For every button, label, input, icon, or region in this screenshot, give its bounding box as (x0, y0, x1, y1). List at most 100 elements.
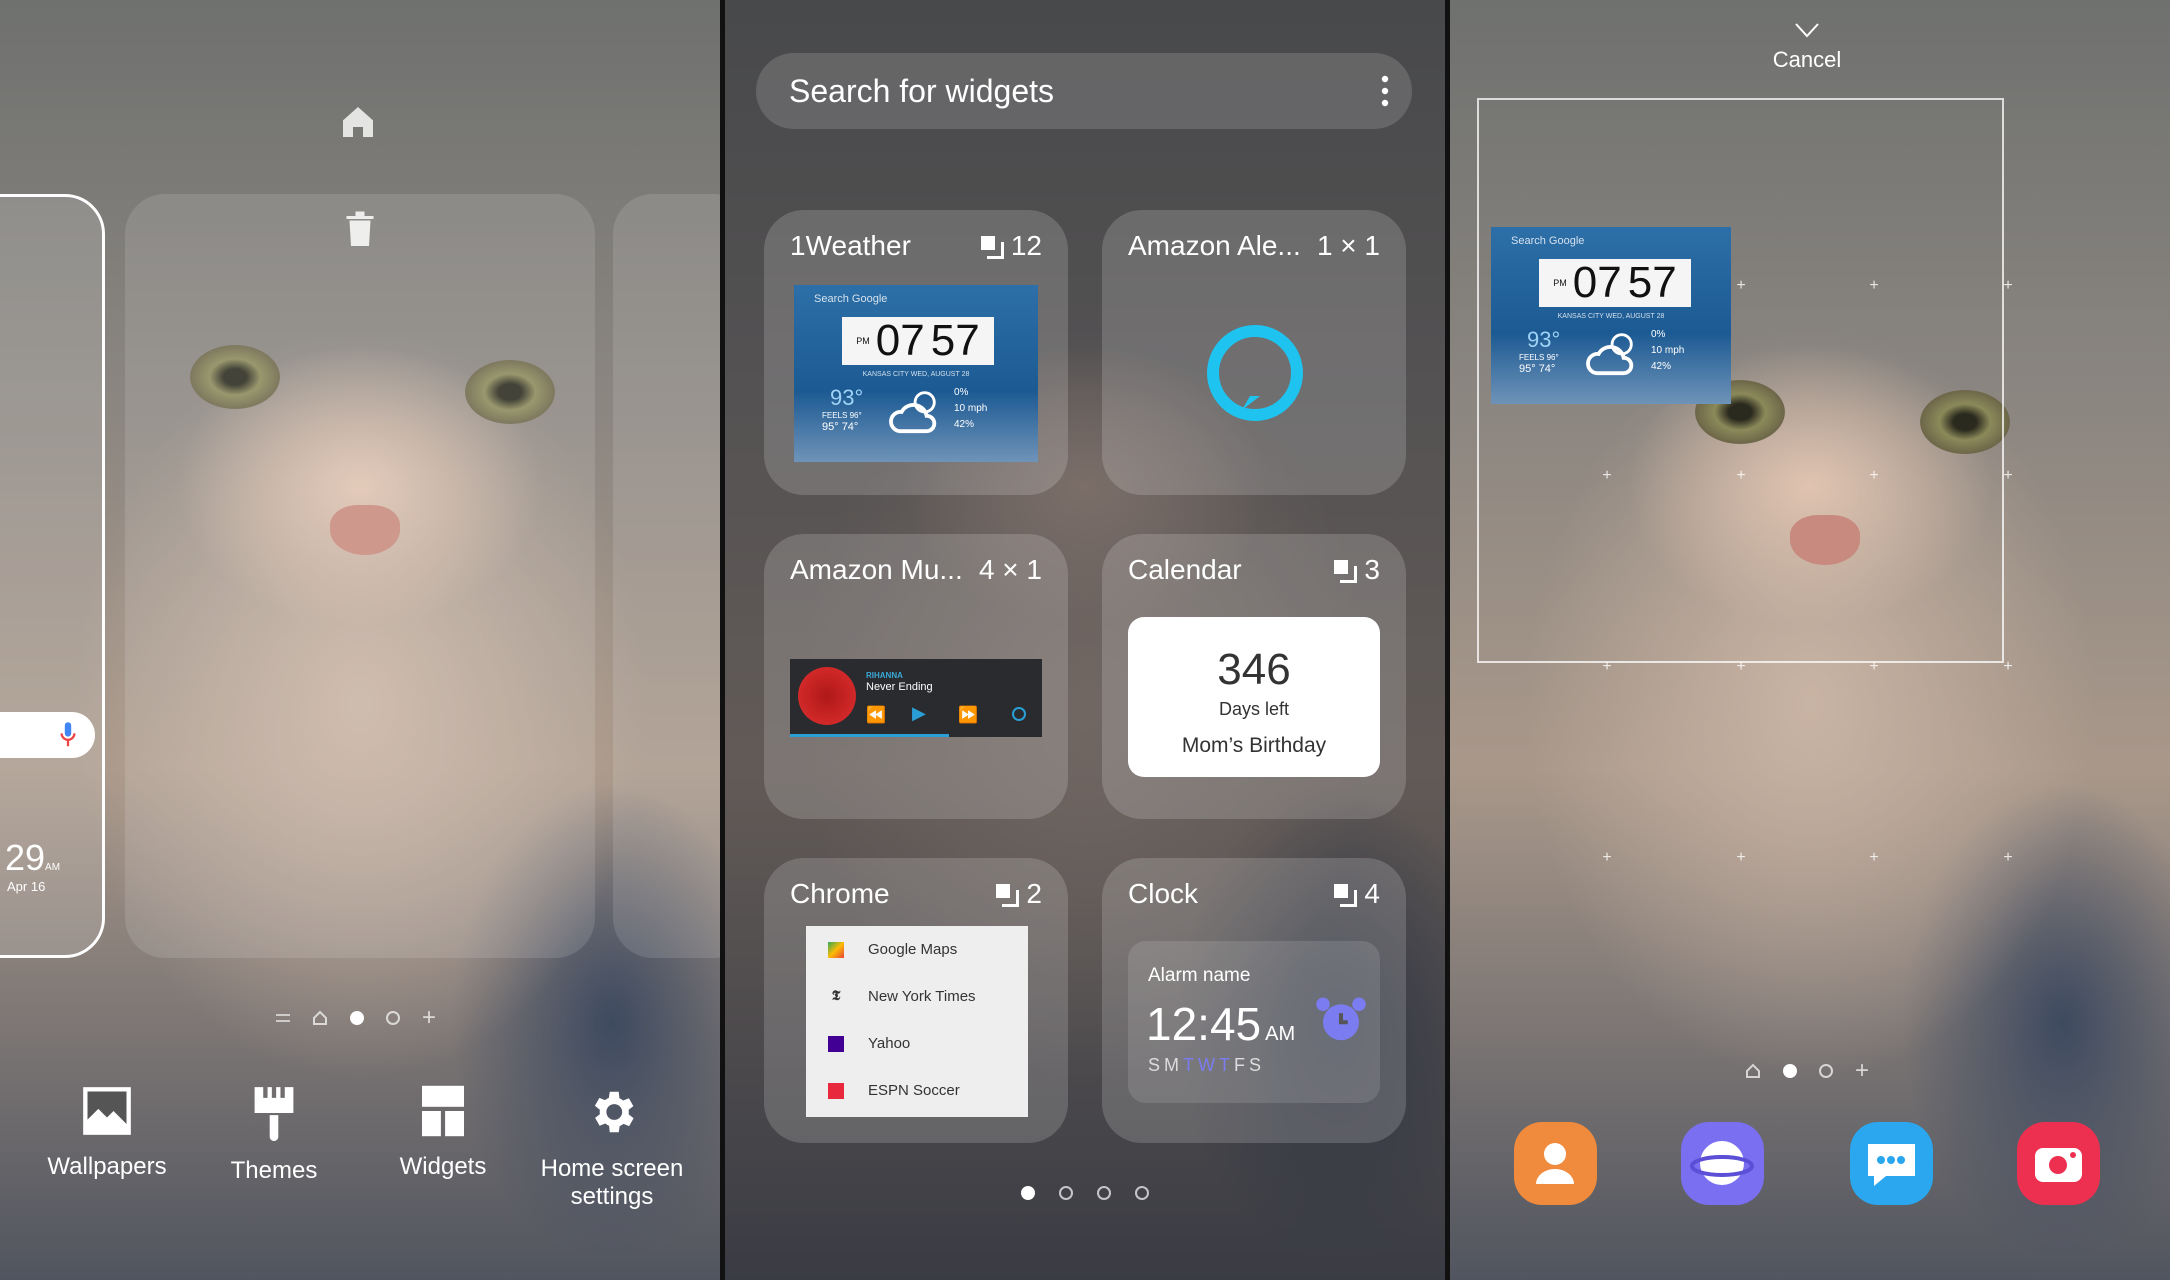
dock-contacts[interactable] (1514, 1122, 1597, 1205)
more-options-icon[interactable] (1380, 75, 1390, 107)
cancel-button[interactable]: Cancel (1760, 22, 1854, 73)
messages-icon (1868, 1144, 1915, 1186)
widget-count: 3 (1334, 554, 1380, 586)
page-dot-active[interactable] (350, 1011, 364, 1025)
alarm-ampm: AM (1265, 1023, 1296, 1045)
page-dot-active[interactable] (1783, 1064, 1797, 1078)
clock-time: 29 (5, 837, 46, 878)
location-date: KANSAS CITY WED, AUGUST 28 (1557, 313, 1665, 320)
alarm-time: 12:45 (1146, 998, 1262, 1050)
grid-plus-icon: + (1869, 467, 1879, 484)
dock-messages[interactable] (1850, 1122, 1933, 1205)
widget-count: 4 (1334, 878, 1380, 910)
alarm-day: T (1183, 1055, 1199, 1075)
grid-plus-icon: + (1736, 849, 1746, 866)
humidity: 42% (1651, 361, 1672, 372)
home-page-thumbnail-next[interactable] (613, 194, 720, 958)
google-maps-icon (828, 941, 844, 958)
widgets-panel: Search for widgets 1Weather 12 Search Go… (725, 0, 1445, 1280)
widget-card-chrome[interactable]: Chrome 2 Google Maps 𝕿 New York Times Yah… (764, 858, 1068, 1143)
alexa-small-icon (1012, 707, 1026, 721)
grid-plus-icon: + (1602, 849, 1612, 866)
grid-plus-icon: + (1736, 658, 1746, 675)
clock-minute: 57 (1627, 258, 1677, 307)
bookmark-item: Yahoo (806, 1020, 1028, 1067)
home-screen-settings-button[interactable]: Home screen settings (532, 1085, 692, 1211)
themes-label: Themes (230, 1157, 318, 1184)
gear-icon (594, 1091, 634, 1133)
widget-card-amazon-music[interactable]: Amazon Mu... 4 × 1 RIHANNA Never Ending … (764, 534, 1068, 819)
bookmark-label: ESPN Soccer (868, 1082, 960, 1099)
music-progress-bar (790, 734, 949, 737)
home-page-thumbnail-current[interactable] (125, 194, 595, 958)
bookmark-label: Yahoo (868, 1035, 911, 1052)
widget-name: Clock (1128, 878, 1199, 909)
page-dot[interactable] (1097, 1186, 1111, 1200)
yahoo-icon (828, 1035, 844, 1052)
widget-count: 12 (980, 230, 1042, 262)
widget-search-bar[interactable]: Search for widgets (756, 53, 1412, 129)
widget-card-1weather[interactable]: 1Weather 12 Search Google PM 07 57 KANSAS … (764, 210, 1068, 495)
feed-page-icon[interactable] (276, 1014, 290, 1022)
widget-name: Amazon Ale... (1128, 230, 1301, 261)
weather-widget-placed[interactable]: Search Google PM 07 57 KANSAS CITY WED, AU… (1491, 227, 1731, 404)
humidity: 42% (954, 419, 975, 430)
grid-plus-icon: + (2003, 467, 2013, 484)
home-icon[interactable] (338, 102, 378, 142)
partly-cloudy-icon (1586, 333, 1634, 376)
widget-count: 2 (996, 878, 1042, 910)
grid-plus-icon: + (1869, 849, 1879, 866)
alexa-icon (1207, 325, 1303, 421)
page-dot[interactable] (1059, 1186, 1073, 1200)
microphone-icon[interactable] (60, 722, 76, 748)
page-dot[interactable] (1135, 1186, 1149, 1200)
flip-clock: PM 07 57 (1539, 259, 1691, 307)
widget-card-amazon-alexa[interactable]: Amazon Ale... 1 × 1 (1102, 210, 1406, 495)
page-dot[interactable] (386, 1011, 400, 1025)
alarm-day: T (1219, 1055, 1235, 1075)
stack-icon (980, 236, 1004, 259)
flip-clock: PM 07 57 (842, 317, 994, 365)
widget-card-clock[interactable]: Clock 4 Alarm name 12:45 AM SMTWTFS (1102, 858, 1406, 1143)
widget-count-value: 3 (1364, 554, 1380, 585)
stack-icon (996, 884, 1020, 907)
themes-button[interactable]: Themes (194, 1085, 354, 1185)
clock-hour: 07 (875, 316, 925, 365)
add-page-icon[interactable]: + (422, 1006, 436, 1030)
alarm-day: S (1148, 1055, 1165, 1075)
cancel-label: Cancel (1772, 47, 1842, 72)
high-low: 95° 74° (1519, 363, 1556, 375)
event-name: Mom’s Birthday (1181, 734, 1327, 757)
bookmark-item: Google Maps (806, 926, 1028, 973)
home-page-dot-icon[interactable] (1745, 1063, 1761, 1079)
weather-widget-preview: Search Google PM 07 57 KANSAS CITY WED, AU… (794, 285, 1038, 462)
home-page-thumbnail-prev[interactable]: 29AM Apr 16 (0, 194, 105, 958)
temperature: 93° (1527, 327, 1561, 352)
bookmark-label: Google Maps (868, 941, 958, 958)
location-date: KANSAS CITY WED, AUGUST 28 (862, 371, 970, 378)
feels-like: FEELS 96° (1519, 353, 1559, 362)
dock-camera[interactable] (2017, 1122, 2100, 1205)
album-art (798, 667, 856, 725)
dock-internet[interactable] (1681, 1122, 1764, 1205)
page-indicator: + (1745, 1059, 1869, 1083)
widgets-button[interactable]: Widgets (363, 1085, 523, 1181)
search-google-text: Search Google (814, 293, 888, 305)
page-dot-active[interactable] (1021, 1186, 1035, 1200)
bookmarks-widget-preview: Google Maps 𝕿 New York Times Yahoo ESPN S… (806, 926, 1028, 1117)
days-left-label: Days left (1218, 699, 1290, 719)
partly-cloudy-icon (889, 391, 937, 434)
wallpapers-button[interactable]: Wallpapers (27, 1085, 187, 1181)
alarm-day: W (1198, 1055, 1220, 1075)
home-page-dot-icon[interactable] (312, 1010, 328, 1026)
image-icon (83, 1087, 131, 1135)
google-search-bar[interactable] (0, 712, 95, 758)
nyt-icon: 𝕿 (831, 988, 841, 1004)
widget-count-value: 12 (1010, 230, 1042, 261)
page-dot[interactable] (1819, 1064, 1833, 1078)
weather-stats: 0% 10 mph 42% (1651, 327, 1684, 375)
widget-placement-panel: Cancel Search Google PM 07 57 KANSAS CITY … (1450, 0, 2170, 1280)
widget-card-calendar[interactable]: Calendar 3 346 Days left Mom’s Birthday (1102, 534, 1406, 819)
add-page-icon[interactable]: + (1855, 1059, 1869, 1083)
clock-ampm: PM (1553, 278, 1567, 288)
